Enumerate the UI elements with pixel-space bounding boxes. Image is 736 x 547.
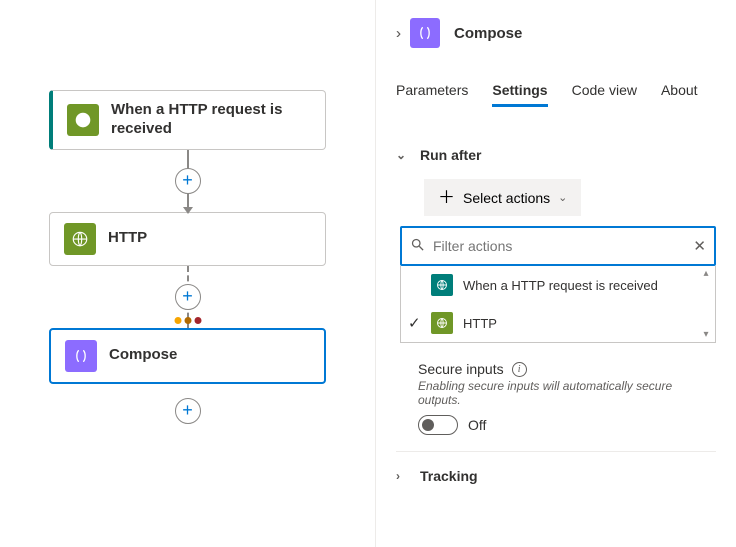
node-compose-selected[interactable]: Compose	[49, 328, 326, 384]
globe-icon	[431, 312, 453, 334]
section-title: Run after	[420, 147, 481, 163]
secure-inputs-state: Off	[468, 417, 486, 433]
secure-inputs-label: Secure inputs	[418, 361, 504, 377]
action-option-label: HTTP	[463, 316, 497, 331]
tab-code-view[interactable]: Code view	[572, 76, 637, 107]
filter-actions-input[interactable]	[433, 238, 685, 254]
scroll-down-icon[interactable]: ▾	[703, 329, 708, 340]
search-icon	[410, 237, 425, 256]
globe-icon	[64, 223, 96, 255]
panel-tabs: Parameters Settings Code view About	[396, 76, 716, 107]
section-run-after: ⌄ Run after ＋ Select actions ⌄ ✕ When a …	[396, 131, 716, 451]
check-icon: ✓	[408, 314, 421, 332]
plus-icon: ＋	[438, 189, 455, 206]
secure-inputs-description: Enabling secure inputs will automaticall…	[418, 379, 716, 407]
properties-panel: ›› Compose Parameters Settings Code view…	[375, 0, 736, 547]
node-label: Compose	[109, 346, 177, 365]
action-picker-list: When a HTTP request is received ✓ HTTP ▴…	[400, 266, 716, 343]
workflow-canvas: When a HTTP request is received + HTTP +…	[0, 0, 375, 547]
section-header-tracking[interactable]: › Tracking	[396, 462, 716, 490]
add-action-button[interactable]: +	[175, 168, 201, 194]
node-label: When a HTTP request is received	[111, 101, 311, 139]
chevron-down-icon: ⌄	[396, 148, 410, 162]
chevron-right-icon: ›	[396, 469, 410, 483]
info-icon[interactable]: i	[512, 362, 527, 377]
tab-parameters[interactable]: Parameters	[396, 76, 468, 107]
panel-title: Compose	[454, 25, 522, 42]
globe-icon	[431, 274, 453, 296]
scrollbar[interactable]: ▴ ▾	[699, 268, 713, 340]
section-title: Tracking	[420, 468, 478, 484]
add-action-button[interactable]: +	[175, 398, 201, 424]
section-tracking: › Tracking	[396, 451, 716, 506]
secure-inputs-toggle[interactable]	[418, 415, 458, 435]
tab-settings[interactable]: Settings	[492, 76, 547, 107]
clear-filter-icon[interactable]: ✕	[693, 237, 706, 255]
secure-inputs-group: Secure inputs i Enabling secure inputs w…	[418, 361, 716, 435]
action-option-http-trigger[interactable]: When a HTTP request is received	[401, 266, 715, 304]
tab-about[interactable]: About	[661, 76, 698, 107]
chevron-down-icon: ⌄	[558, 191, 567, 204]
select-actions-button[interactable]: ＋ Select actions ⌄	[424, 179, 581, 216]
node-label: HTTP	[108, 229, 147, 248]
compose-icon	[65, 340, 97, 372]
compose-icon	[410, 18, 440, 48]
run-after-status-dots	[174, 317, 201, 324]
select-actions-label: Select actions	[463, 190, 550, 206]
action-option-http[interactable]: ✓ HTTP	[401, 304, 715, 342]
scroll-up-icon[interactable]: ▴	[703, 268, 708, 279]
node-http-trigger[interactable]: When a HTTP request is received	[49, 90, 326, 150]
section-header-run-after[interactable]: ⌄ Run after	[396, 141, 716, 169]
action-option-label: When a HTTP request is received	[463, 278, 658, 293]
node-http[interactable]: HTTP	[49, 212, 326, 266]
globe-icon	[67, 104, 99, 136]
filter-actions-field[interactable]: ✕	[400, 226, 716, 266]
add-action-button[interactable]: +	[175, 284, 201, 310]
